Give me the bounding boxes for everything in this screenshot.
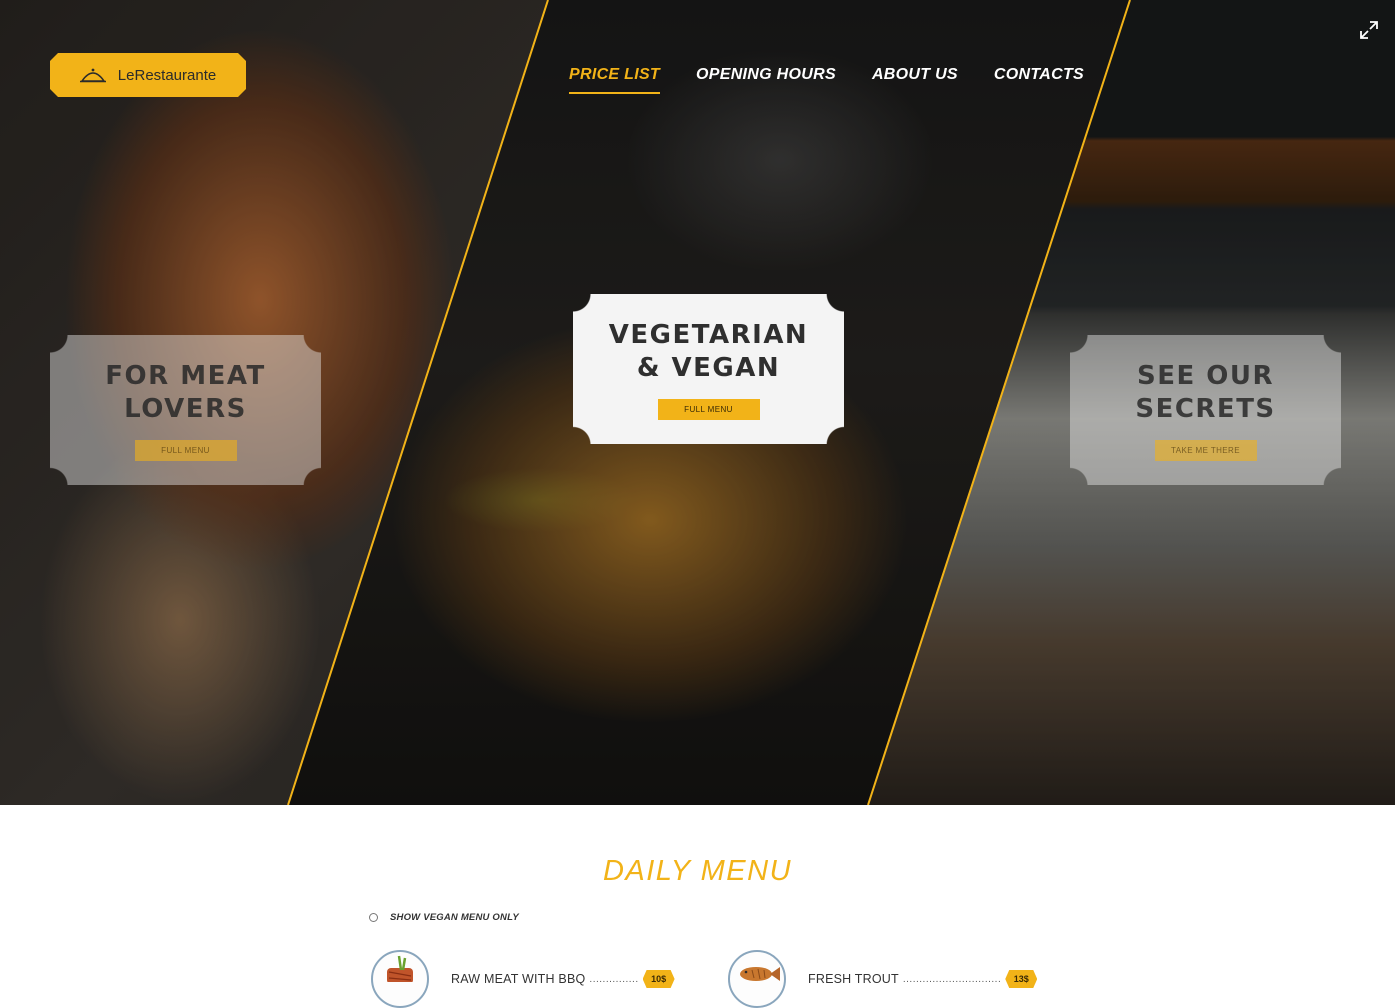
- check-circle-icon[interactable]: [369, 913, 378, 922]
- ticket-title-meat: FOR MEAT LOVERS: [105, 360, 266, 424]
- vegan-only-toggle[interactable]: SHOW VEGAN MENU ONLY: [369, 912, 519, 923]
- logo[interactable]: LeRestaurante: [50, 53, 246, 97]
- menu-item-leader: ..............................: [902, 973, 1002, 985]
- fish-icon: [728, 950, 786, 1008]
- nav-opening-hours[interactable]: OPENING HOURS: [696, 66, 836, 94]
- ticket-meat-lovers: FOR MEAT LOVERS FULL MENU: [50, 335, 321, 485]
- vegetarian-full-menu-button[interactable]: FULL MENU: [657, 398, 760, 420]
- nav-about-us[interactable]: ABOUT US: [872, 66, 958, 94]
- ticket-title-vegetarian: VEGETARIAN & VEGAN: [608, 319, 809, 383]
- daily-menu-title: DAILY MENU: [602, 855, 793, 887]
- nav-price-list[interactable]: PRICE LIST: [569, 66, 661, 94]
- menu-item-name: FRESH TROUT: [808, 972, 899, 986]
- meat-full-menu-button[interactable]: FULL MENU: [134, 439, 237, 461]
- menu-item-leader: ...............: [589, 973, 639, 985]
- nav-contacts[interactable]: CONTACTS: [994, 66, 1084, 94]
- cloche-icon: [79, 68, 106, 83]
- price-tag: 13$: [1005, 970, 1038, 988]
- menu-item[interactable]: FRESH TROUT ............................…: [728, 950, 1038, 1008]
- ribs-icon: [371, 950, 429, 1008]
- vegan-toggle-label: SHOW VEGAN MENU ONLY: [390, 912, 519, 923]
- menu-item[interactable]: RAW MEAT WITH BBQ ............... 10$: [371, 950, 675, 1008]
- price-tag: 10$: [642, 970, 675, 988]
- main-nav: PRICE LIST OPENING HOURS ABOUT US CONTAC…: [569, 66, 1084, 94]
- expand-icon[interactable]: [1359, 20, 1379, 40]
- ticket-secrets: SEE OUR SECRETS TAKE ME THERE: [1070, 335, 1341, 485]
- ticket-vegetarian: VEGETARIAN & VEGAN FULL MENU: [573, 294, 844, 444]
- ticket-title-secrets: SEE OUR SECRETS: [1135, 360, 1276, 424]
- logo-text: LeRestaurante: [117, 66, 217, 84]
- take-me-there-button[interactable]: TAKE ME THERE: [1154, 439, 1257, 461]
- hero-section: LeRestaurante PRICE LIST OPENING HOURS A…: [0, 0, 1395, 805]
- menu-item-name: RAW MEAT WITH BBQ: [451, 972, 586, 986]
